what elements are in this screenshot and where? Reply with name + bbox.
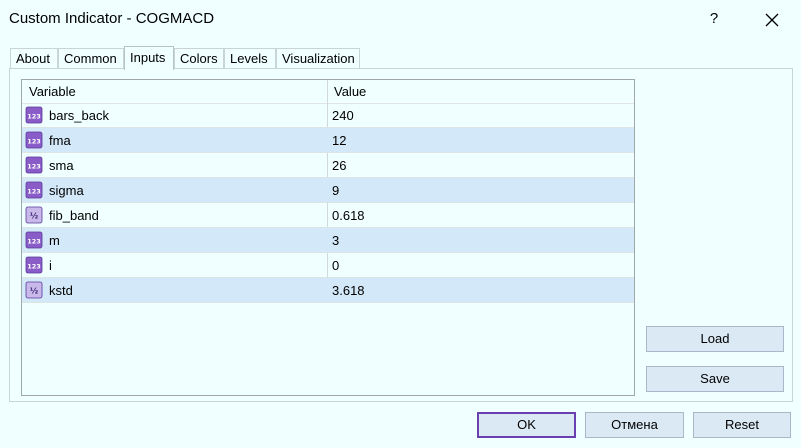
cancel-button[interactable]: Отмена xyxy=(585,412,684,438)
svg-text:123: 123 xyxy=(27,238,41,246)
row-value[interactable]: 26 xyxy=(332,153,346,178)
tab-inputs[interactable]: Inputs xyxy=(124,46,174,70)
table-row[interactable]: 123 sigma 9 xyxy=(22,178,634,203)
integer-icon: 123 xyxy=(25,156,43,174)
row-variable-name: bars_back xyxy=(49,108,109,123)
column-header-value[interactable]: Value xyxy=(334,80,366,103)
integer-icon: 123 xyxy=(25,231,43,249)
svg-text:123: 123 xyxy=(27,163,41,171)
tab-common[interactable]: Common xyxy=(58,48,124,68)
row-variable-name: m xyxy=(49,233,60,248)
table-header: Variable Value xyxy=(22,80,634,104)
row-variable-name: sigma xyxy=(49,183,84,198)
table-row[interactable]: ½ kstd 3.618 xyxy=(22,278,634,303)
tab-colors[interactable]: Colors xyxy=(174,48,224,68)
row-variable-name: fma xyxy=(49,133,71,148)
row-value[interactable]: 3.618 xyxy=(332,278,365,303)
table-row[interactable]: 123 fma 12 xyxy=(22,128,634,153)
row-value[interactable]: 12 xyxy=(332,128,346,153)
row-value[interactable]: 9 xyxy=(332,178,339,203)
integer-icon: 123 xyxy=(25,131,43,149)
ok-button[interactable]: OK xyxy=(477,412,576,438)
inputs-panel: Variable Value 123 bars_back 240 123 fma 12 12… xyxy=(9,68,793,402)
double-icon: ½ xyxy=(25,281,43,299)
table-row[interactable]: 123 sma 26 xyxy=(22,153,634,178)
table-row[interactable]: 123 i 0 xyxy=(22,253,634,278)
help-button[interactable]: ? xyxy=(700,6,728,32)
integer-icon: 123 xyxy=(25,181,43,199)
svg-text:123: 123 xyxy=(27,188,41,196)
svg-text:123: 123 xyxy=(27,263,41,271)
row-variable-name: i xyxy=(49,258,52,273)
title-bar: Custom Indicator - COGMACD ? xyxy=(0,0,801,37)
save-button[interactable]: Save xyxy=(646,366,784,392)
svg-text:½: ½ xyxy=(30,211,38,221)
tab-levels[interactable]: Levels xyxy=(224,48,276,68)
inputs-table: Variable Value 123 bars_back 240 123 fma 12 12… xyxy=(21,79,635,396)
tab-about[interactable]: About xyxy=(10,48,58,68)
load-button[interactable]: Load xyxy=(646,326,784,352)
svg-text:123: 123 xyxy=(27,138,41,146)
svg-text:½: ½ xyxy=(30,286,38,296)
row-value[interactable]: 3 xyxy=(332,228,339,253)
integer-icon: 123 xyxy=(25,106,43,124)
column-header-variable[interactable]: Variable xyxy=(29,80,76,103)
double-icon: ½ xyxy=(25,206,43,224)
reset-button[interactable]: Reset xyxy=(693,412,791,438)
window-title: Custom Indicator - COGMACD xyxy=(9,10,215,27)
row-variable-name: fib_band xyxy=(49,208,99,223)
row-value[interactable]: 0.618 xyxy=(332,203,365,228)
tab-visualization[interactable]: Visualization xyxy=(276,48,360,68)
table-row[interactable]: ½ fib_band 0.618 xyxy=(22,203,634,228)
svg-text:123: 123 xyxy=(27,113,41,121)
table-row[interactable]: 123 m 3 xyxy=(22,228,634,253)
row-variable-name: sma xyxy=(49,158,74,173)
close-button[interactable] xyxy=(755,6,789,32)
table-row[interactable]: 123 bars_back 240 xyxy=(22,103,634,128)
row-value[interactable]: 0 xyxy=(332,253,339,278)
row-value[interactable]: 240 xyxy=(332,103,354,128)
close-icon xyxy=(765,13,779,27)
integer-icon: 123 xyxy=(25,256,43,274)
row-variable-name: kstd xyxy=(49,283,73,298)
